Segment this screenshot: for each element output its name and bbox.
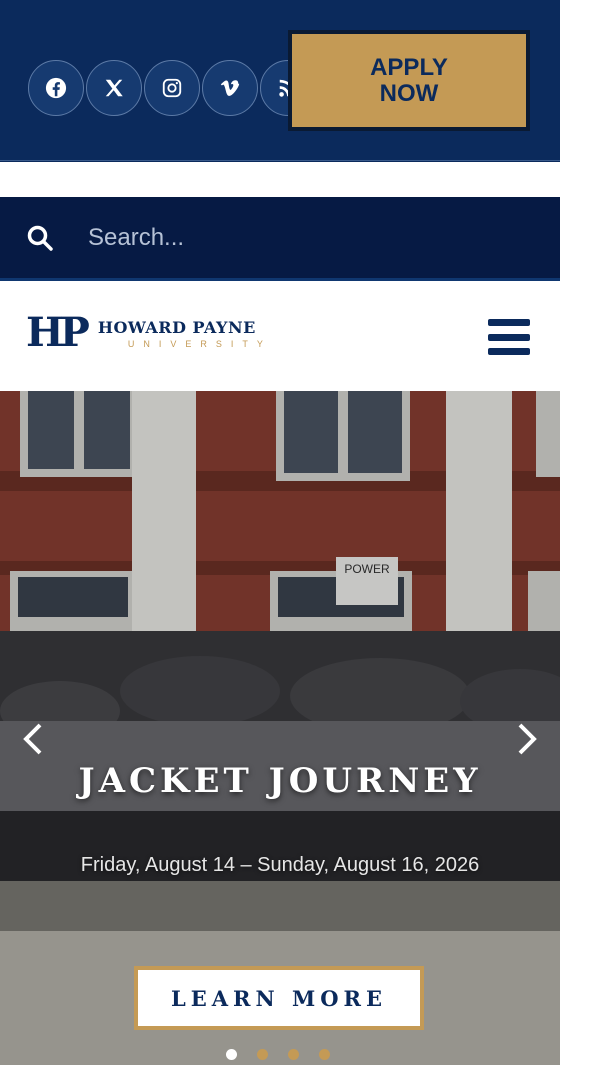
apply-now-label: APPLY NOW [370, 53, 448, 107]
x-link[interactable] [86, 60, 142, 116]
logo-subtitle: UNIVERSITY [127, 338, 272, 349]
hamburger-menu-icon[interactable] [488, 319, 530, 355]
top-bar: APPLY NOW [0, 0, 560, 162]
next-slide-arrow[interactable] [512, 719, 542, 759]
hero-date: Friday, August 14 – Sunday, August 16, 2… [80, 854, 480, 876]
apply-now-button[interactable]: APPLY NOW [288, 30, 530, 131]
learn-more-button[interactable]: LEARN MORE [134, 966, 424, 1030]
chevron-left-icon [23, 723, 42, 755]
previous-slide-arrow[interactable] [18, 719, 48, 759]
slide-dot[interactable] [226, 1049, 237, 1060]
menu-bar [488, 319, 530, 326]
logo-name: HOWARD PAYNE [97, 317, 256, 337]
search-input[interactable] [88, 223, 488, 252]
facebook-icon [45, 77, 67, 99]
menu-bar [488, 333, 530, 341]
social-links [28, 60, 316, 116]
vimeo-link[interactable] [202, 60, 258, 116]
slide-dot[interactable] [288, 1049, 299, 1060]
search-icon[interactable] [26, 224, 54, 252]
university-logo[interactable]: HP HOWARD PAYNE UNIVERSITY [26, 313, 272, 353]
slider-pagination [226, 1049, 330, 1060]
divider [0, 160, 560, 161]
x-icon [105, 79, 123, 97]
page: APPLY NOW HP HOWARD PAYNE UNIVERSITY [0, 0, 560, 1065]
instagram-icon [162, 78, 182, 98]
menu-bar [488, 348, 530, 355]
hero-title: JACKET JOURNEY [78, 761, 482, 801]
logo-wordmark: HOWARD PAYNE UNIVERSITY [98, 318, 272, 349]
slide-dot[interactable] [257, 1049, 268, 1060]
site-header: HP HOWARD PAYNE UNIVERSITY [0, 283, 560, 391]
hero-photo: POWER [0, 391, 560, 1065]
vimeo-icon [220, 80, 240, 96]
search-bar [0, 197, 560, 281]
hero-slider: POWER JACKET JOURNEY Friday, August 14 –… [0, 391, 560, 1065]
instagram-link[interactable] [144, 60, 200, 116]
slide-dot[interactable] [319, 1049, 330, 1060]
logo-monogram: HP [26, 309, 90, 356]
chevron-right-icon [518, 723, 537, 755]
facebook-link[interactable] [28, 60, 84, 116]
learn-more-label: LEARN MORE [170, 985, 388, 1011]
